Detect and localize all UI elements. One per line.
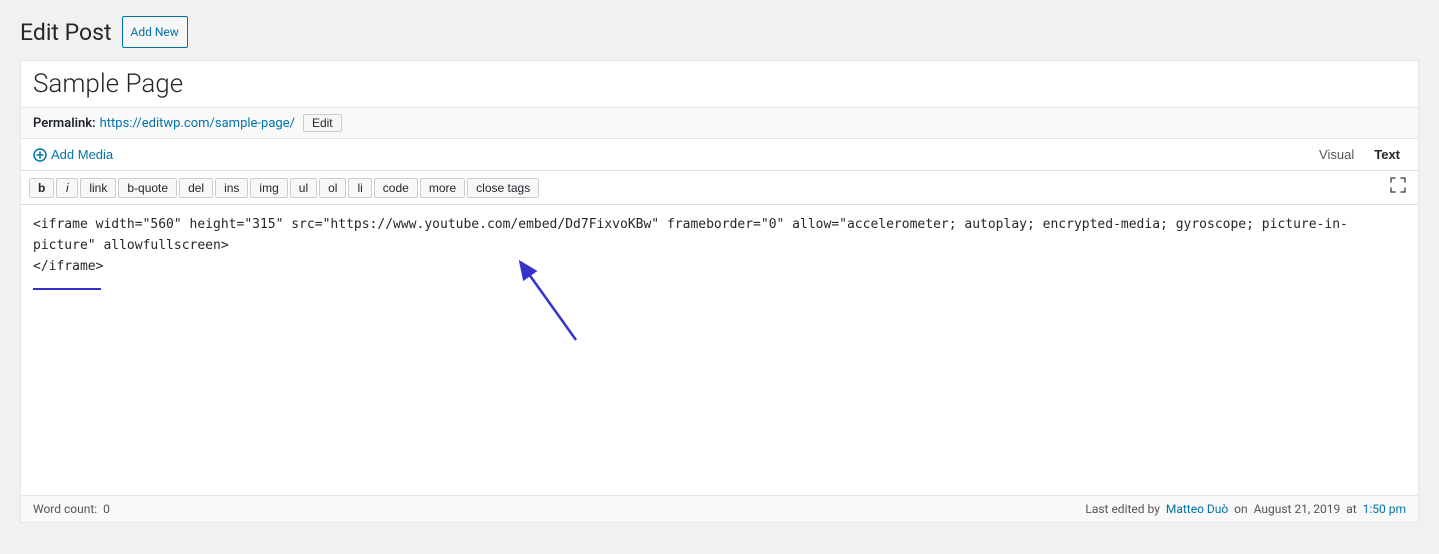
post-title-section	[21, 61, 1418, 108]
fmt-btn-code[interactable]: code	[374, 178, 418, 198]
editor-wrapper: Permalink: https://editwp.com/sample-pag…	[20, 60, 1419, 523]
fmt-btn-ins[interactable]: ins	[215, 178, 248, 198]
author-link[interactable]: Matteo Duò	[1166, 502, 1228, 516]
fmt-btn-del[interactable]: del	[179, 178, 213, 198]
code-underline	[33, 288, 101, 290]
fmt-btn-link[interactable]: link	[80, 178, 116, 198]
code-line-2: </iframe>	[33, 257, 1406, 299]
at-text: at	[1346, 502, 1356, 516]
add-media-button[interactable]: Add Media	[29, 145, 117, 164]
page-header: Edit Post Add New	[20, 16, 1419, 48]
permalink-edit-button[interactable]: Edit	[303, 114, 342, 132]
add-new-button[interactable]: Add New	[122, 16, 188, 48]
fullscreen-button[interactable]	[1386, 175, 1410, 200]
fmt-btn-li[interactable]: li	[348, 178, 371, 198]
format-toolbar: b i link b-quote del ins img ul ol li co…	[21, 171, 1418, 205]
fmt-btn-img[interactable]: img	[250, 178, 287, 198]
tab-visual[interactable]: Visual	[1309, 144, 1364, 165]
on-text: on	[1234, 502, 1247, 516]
fmt-btn-b[interactable]: b	[29, 178, 54, 198]
last-edited-text: Last edited by	[1085, 502, 1160, 516]
footer-right: Last edited by Matteo Duò on August 21, …	[1085, 502, 1406, 516]
edit-date: August 21, 2019	[1254, 502, 1341, 516]
fmt-btn-more[interactable]: more	[420, 178, 465, 198]
fmt-btn-ul[interactable]: ul	[290, 178, 317, 198]
word-count-label: Word count:	[33, 502, 97, 516]
edit-time[interactable]: 1:50 pm	[1363, 502, 1406, 516]
editor-content-area[interactable]: <iframe width="560" height="315" src="ht…	[21, 205, 1418, 495]
fmt-btn-bquote[interactable]: b-quote	[118, 178, 177, 198]
tab-text[interactable]: Text	[1364, 144, 1410, 165]
post-title-input[interactable]	[33, 69, 1406, 99]
code-line-1: <iframe width="560" height="315" src="ht…	[33, 215, 1406, 257]
permalink-url[interactable]: https://editwp.com/sample-page/	[100, 116, 295, 131]
toolbar-row: Add Media Visual Text	[21, 139, 1418, 171]
format-buttons: b i link b-quote del ins img ul ol li co…	[29, 178, 539, 198]
editor-footer: Word count: 0 Last edited by Matteo Duò …	[21, 495, 1418, 522]
word-count-value: 0	[103, 502, 110, 516]
page-title: Edit Post	[20, 19, 112, 46]
fullscreen-icon	[1390, 177, 1406, 193]
add-media-label: Add Media	[51, 147, 113, 162]
page-wrapper: Edit Post Add New Permalink: https://edi…	[0, 0, 1439, 554]
fmt-btn-closetags[interactable]: close tags	[467, 178, 539, 198]
add-media-icon	[33, 148, 47, 162]
view-tabs: Visual Text	[1309, 144, 1410, 165]
permalink-label: Permalink:	[33, 116, 96, 131]
fmt-btn-i[interactable]: i	[56, 178, 78, 198]
word-count: Word count: 0	[33, 502, 110, 516]
permalink-row: Permalink: https://editwp.com/sample-pag…	[21, 108, 1418, 139]
fmt-btn-ol[interactable]: ol	[319, 178, 346, 198]
